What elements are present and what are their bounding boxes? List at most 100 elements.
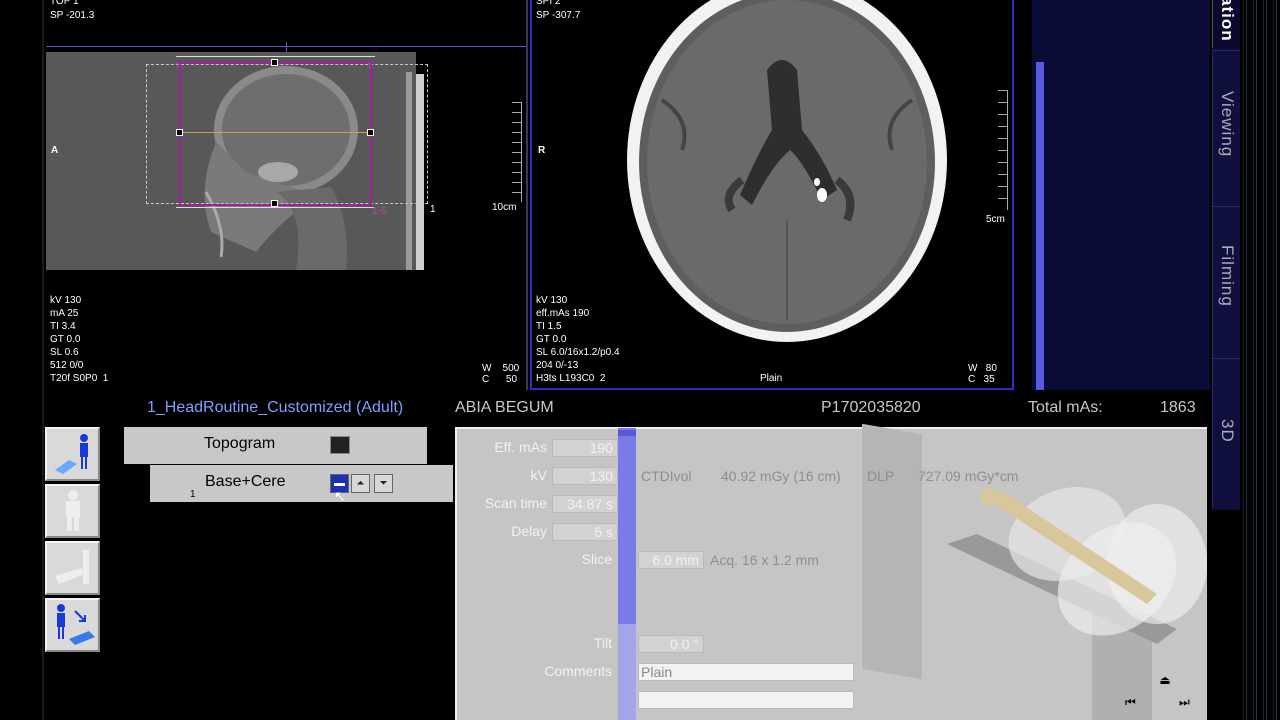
roi-handle-right[interactable] [367, 129, 374, 136]
axial-param-sl: SL 6.0/16x1.2/p0.4 [536, 347, 620, 358]
tab-3d[interactable]: 3D [1212, 358, 1240, 508]
roi-handle-left[interactable] [176, 129, 183, 136]
topo-scale-label: 10cm [492, 202, 517, 213]
topogram-viewer[interactable]: TOP 1 SP -201.3 ↑ ↑ 1-5 1 A 10cm kV 130 … [46, 0, 528, 390]
scan-range-bottom [176, 207, 375, 208]
tab-examination[interactable]: ation [1212, 0, 1240, 48]
topo-param-gt: GT 0.0 [50, 334, 81, 345]
parameter-slider-fill[interactable] [618, 428, 636, 624]
axial-scale-label: 5cm [986, 214, 1005, 225]
scan-center-line [179, 132, 372, 133]
table-position-button[interactable] [45, 541, 100, 595]
topo-param-sl: SL 0.6 [50, 347, 79, 358]
topo-param-kv: kV 130 [50, 295, 82, 306]
protocol-name: 1_HeadRoutine_Customized (Adult) [147, 399, 404, 416]
axial-param-kv: kV 130 [536, 295, 568, 306]
eff-mas-field[interactable]: 190 [552, 439, 618, 457]
tab-viewing-label: Viewing [1218, 91, 1237, 158]
roi-handle-bottom[interactable] [271, 200, 278, 207]
topo-scale-ruler [512, 102, 522, 202]
scan-item-base-cere[interactable]: Base+Cere 1 ⏶ ⏷ [150, 465, 453, 502]
patient-name: ABIA BEGUM [455, 399, 554, 416]
tilt-field[interactable]: 0.0 ° [638, 635, 704, 653]
roi-handle-top[interactable] [271, 59, 278, 66]
topo-header-1: TOP 1 [50, 0, 79, 7]
axial-header-2: SP -307.7 [536, 10, 581, 21]
axial-window-center: C 35 [968, 374, 995, 385]
axial-scale-ruler [998, 90, 1008, 210]
table-up-icon[interactable]: ⏏ [1147, 673, 1183, 687]
axial-brain-image [627, 0, 947, 342]
parameter-slider-top [618, 430, 636, 436]
patient-positioning-button[interactable] [45, 427, 100, 481]
left-divider [42, 0, 44, 720]
tab-viewing[interactable]: Viewing [1212, 50, 1240, 206]
axial-param-matrix: 204 0/-13 [536, 360, 579, 371]
comments-field[interactable]: Plain [638, 663, 854, 681]
roi-label: 1-5 [372, 206, 387, 217]
scan-time-label: Scan time [484, 495, 547, 511]
table-first-icon[interactable]: ⏮ [1125, 695, 1145, 715]
series-scroll-bar[interactable] [1036, 62, 1044, 390]
topo-reference-tick [286, 42, 287, 52]
mouse-cursor-icon: ↖ [334, 488, 346, 504]
move-up-icon[interactable]: ⏶ [351, 474, 370, 493]
total-mas-label: Total mAs: [1028, 399, 1103, 416]
tab-3d-label: 3D [1218, 419, 1237, 443]
comments-label: Comments [544, 663, 612, 679]
display-edge-artifact [1240, 0, 1280, 720]
acquisition-value: Acq. 16 x 1.2 mm [710, 552, 819, 568]
slice-field[interactable]: 6.0 mm [638, 551, 704, 569]
patient-positioning-icon [55, 434, 88, 474]
tab-filming[interactable]: Filming [1212, 206, 1240, 358]
kv-field[interactable]: 130 [552, 467, 618, 485]
left-margin [0, 0, 44, 720]
corner-mark: 1 [430, 204, 436, 215]
patient-body-icon [66, 490, 80, 531]
table-last-icon[interactable]: ⏭ [1179, 695, 1199, 715]
kv-label: kV [530, 467, 547, 483]
slice-label: Slice [581, 551, 612, 567]
series-scroll-track[interactable] [1032, 0, 1210, 390]
delay-field[interactable]: 5 s [552, 523, 618, 541]
ctdivol-value: 40.92 mGy (16 cm) [721, 468, 841, 484]
topo-window-center: C 50 [482, 374, 518, 385]
orientation-label: A [51, 145, 59, 156]
scan-time-field[interactable]: 34.87 s [552, 495, 618, 513]
arrow-up-left-icon: ↑ [174, 57, 181, 73]
patient-id: P1702035820 [821, 399, 921, 416]
topo-param-ti: TI 3.4 [50, 321, 76, 332]
patient-transfer-button[interactable] [45, 598, 100, 652]
topogram-preview-icon[interactable] [330, 436, 350, 454]
table-icon [55, 550, 89, 584]
scan-range-box[interactable] [179, 62, 372, 206]
axial-orientation-label: R [538, 145, 546, 156]
scan-item-base-cere-label: Base+Cere [205, 473, 286, 490]
patient-transfer-icon [57, 604, 95, 645]
axial-viewer[interactable]: SPI 2 SP -307.7 R 5cm ▼ ⏬ kV 130 eff.mAs… [530, 0, 1014, 390]
comments-field-2[interactable] [638, 691, 854, 709]
tilt-label: Tilt [593, 635, 612, 651]
axial-param-mas: eff.mAs 190 [536, 308, 590, 319]
topo-param-kernel: T20f S0P0 1 [50, 373, 109, 384]
patient-on-table-illustration [947, 486, 1207, 644]
dlp-label: DLP [867, 468, 895, 484]
gantry-wall [862, 423, 922, 680]
ctdivol-label: CTDIvol [641, 468, 692, 484]
axial-header-1: SPI 2 [536, 0, 561, 7]
move-down-icon[interactable]: ⏷ [374, 474, 393, 493]
scan-item-topogram[interactable]: Topogram [124, 427, 427, 464]
axial-kernel-note: Plain [760, 373, 783, 384]
tab-examination-label: ation [1218, 0, 1237, 42]
topo-reference-line [46, 46, 526, 47]
dlp-value: 727.09 mGy*cm [918, 468, 1019, 484]
eff-mas-label: Eff. mAs [494, 439, 547, 455]
topo-header-2: SP -201.3 [50, 10, 95, 21]
scan-item-topogram-label: Topogram [204, 435, 276, 452]
scan-item-index: 1 [190, 489, 196, 500]
scan-range-top [176, 56, 375, 57]
topo-param-matrix: 512 0/0 [50, 360, 84, 371]
total-mas-value: 1863 [1160, 399, 1196, 416]
delay-label: Delay [511, 523, 547, 539]
patient-body-button[interactable] [45, 484, 100, 538]
